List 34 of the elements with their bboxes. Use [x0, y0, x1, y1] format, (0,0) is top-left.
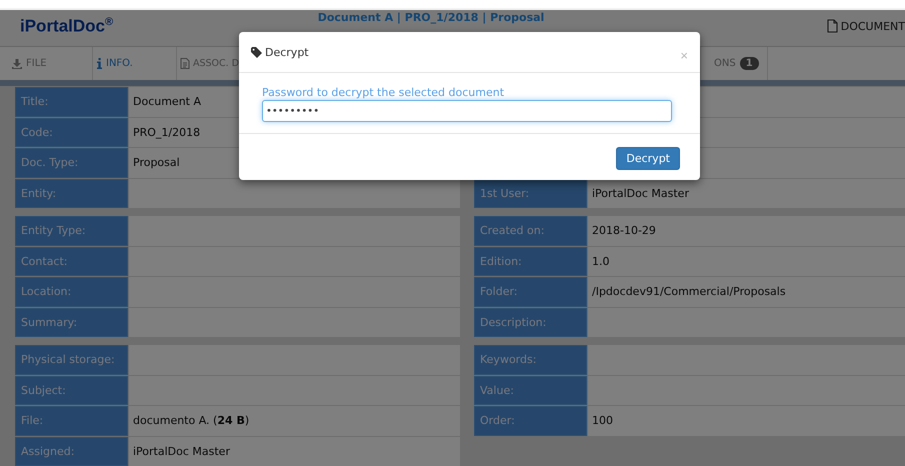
field-label: Doc. Type:	[15, 148, 128, 178]
field-value: 2018-10-29	[588, 216, 905, 246]
count-badge: 1	[740, 57, 759, 70]
field-label: Folder:	[474, 277, 587, 306]
field-value: 100	[588, 406, 905, 436]
field-label: Keywords:	[474, 345, 587, 374]
field-label: Description:	[474, 308, 587, 337]
field-value: iPortalDoc Master	[129, 436, 460, 466]
field-label: Contact:	[15, 246, 128, 276]
field-label: Entity:	[15, 178, 128, 208]
field-label: Value:	[474, 376, 587, 405]
field-label: Subject:	[15, 376, 128, 405]
field-label: Entity Type:	[15, 216, 128, 246]
field-value: iPortalDoc Master	[588, 178, 905, 208]
field-label: Assigned:	[15, 436, 128, 466]
field-label: Title:	[15, 87, 128, 116]
field-label: Code:	[15, 118, 128, 147]
field-label: Edition:	[474, 246, 587, 276]
dialog-title: Decrypt	[265, 46, 309, 58]
field-value: 1.0	[588, 246, 905, 276]
field-label: Created on:	[474, 216, 587, 246]
field-label: 1st User:	[474, 178, 587, 208]
field-label: Location:	[15, 277, 128, 306]
field-label: Order:	[474, 406, 587, 436]
password-field[interactable]: •••••••••	[262, 100, 672, 122]
close-button[interactable]: ×	[680, 48, 688, 62]
document-title: Document A | PRO_1/2018 | Proposal	[316, 10, 546, 24]
field-label: Summary:	[15, 308, 128, 337]
field-value: documento A. (24 B)	[129, 406, 460, 436]
app-logo: iPortalDoc$^{®}$	[19, 15, 114, 37]
field-label: Physical storage:	[15, 345, 128, 374]
field-label: File:	[15, 406, 128, 436]
field-value: /Ipdocdev91/Commercial/Proposals	[588, 277, 905, 306]
decrypt-button[interactable]: Decrypt	[616, 146, 680, 170]
